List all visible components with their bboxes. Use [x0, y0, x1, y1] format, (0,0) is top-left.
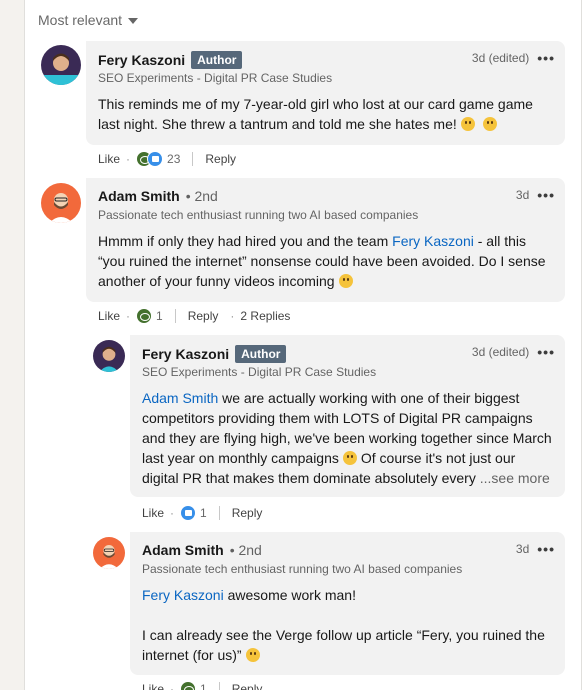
- reaction-count[interactable]: 1: [200, 506, 207, 520]
- connection-degree: • 2nd: [185, 188, 218, 204]
- fery-photo: [41, 45, 81, 85]
- see-more-link[interactable]: ...see more: [480, 470, 550, 486]
- more-options-icon[interactable]: •••: [537, 188, 555, 202]
- smiling-emoji-icon: [342, 451, 357, 465]
- laugh-icon: [180, 681, 197, 690]
- laugh-icon: [136, 308, 153, 324]
- like-button[interactable]: Like: [98, 152, 120, 166]
- reply-actions: Like · 1 Reply: [142, 505, 263, 521]
- comment-actions: Like · 1 Reply · 2 Replies: [98, 308, 291, 324]
- commenter-name[interactable]: Adam Smith: [142, 542, 224, 558]
- comment-text: Hmmm if only they had hired you and the …: [98, 233, 546, 289]
- mention-link[interactable]: Fery Kaszoni: [392, 233, 474, 249]
- comment-text: Fery Kaszoni awesome work man! I can alr…: [142, 587, 545, 663]
- reaction-icons[interactable]: [180, 505, 197, 521]
- avatar-adam[interactable]: [41, 183, 81, 223]
- commenter-headline: Passionate tech enthusiast running two A…: [98, 208, 419, 222]
- reaction-icons[interactable]: [180, 681, 197, 690]
- reply-button[interactable]: Reply: [188, 309, 219, 323]
- more-options-icon[interactable]: •••: [537, 542, 555, 556]
- commenter-name[interactable]: Adam Smith: [98, 188, 180, 204]
- divider: [174, 309, 176, 323]
- comment-text: This reminds me of my 7-year-old girl wh…: [98, 96, 533, 132]
- like-button[interactable]: Like: [142, 506, 164, 520]
- author-badge: Author: [191, 51, 243, 69]
- laughing-emoji-icon: [245, 648, 260, 662]
- comments-panel: Most relevant Fery Kaszoni Author SEO Ex…: [24, 0, 582, 690]
- like-icon: [147, 151, 164, 167]
- view-replies-button[interactable]: 2 Replies: [240, 309, 290, 323]
- pleading-emoji-icon: [460, 117, 475, 131]
- author-badge: Author: [235, 345, 287, 363]
- laughing-emoji-icon: [338, 274, 353, 288]
- comment-time: 3d (edited): [471, 51, 530, 65]
- divider: [192, 152, 194, 166]
- adam-photo: [41, 183, 81, 223]
- reaction-icons[interactable]: [136, 308, 153, 324]
- commenter-headline: Passionate tech enthusiast running two A…: [142, 562, 463, 576]
- reply-actions: Like · 1 Reply: [142, 681, 262, 690]
- commenter-name[interactable]: Fery Kaszoni: [98, 52, 185, 68]
- avatar-fery[interactable]: [93, 340, 125, 372]
- more-options-icon[interactable]: •••: [537, 345, 555, 359]
- fery-photo: [93, 340, 125, 372]
- reply-button[interactable]: Reply: [232, 506, 263, 520]
- sort-label: Most relevant: [38, 12, 123, 28]
- reaction-count[interactable]: 1: [156, 309, 163, 323]
- sort-dropdown[interactable]: Most relevant: [38, 12, 139, 28]
- more-options-icon[interactable]: •••: [537, 51, 555, 65]
- sweat-smile-emoji-icon: [482, 117, 497, 131]
- like-button[interactable]: Like: [98, 309, 120, 323]
- reaction-icons[interactable]: [136, 151, 164, 167]
- reply-bubble: Fery Kaszoni Author SEO Experiments - Di…: [130, 335, 565, 497]
- divider: [218, 682, 220, 690]
- comment-bubble: Fery Kaszoni Author SEO Experiments - Di…: [86, 41, 565, 145]
- commenter-headline: SEO Experiments - Digital PR Case Studie…: [98, 71, 333, 85]
- comment-bubble: Adam Smith • 2nd Passionate tech enthusi…: [86, 178, 565, 302]
- commenter-headline: SEO Experiments - Digital PR Case Studie…: [142, 365, 377, 379]
- comment-time: 3d: [515, 188, 530, 202]
- comment-time: 3d: [515, 542, 530, 556]
- divider: [218, 506, 220, 520]
- reaction-count[interactable]: 23: [167, 152, 180, 166]
- commenter-name[interactable]: Fery Kaszoni: [142, 346, 229, 362]
- reply-button[interactable]: Reply: [205, 152, 236, 166]
- caret-down-icon: [128, 18, 139, 24]
- avatar-fery[interactable]: [41, 45, 81, 85]
- comment-actions: Like · 23 Reply: [98, 151, 237, 167]
- mention-link[interactable]: Adam Smith: [142, 390, 218, 406]
- comment-text: Adam Smith we are actually working with …: [142, 390, 552, 486]
- comment-time: 3d (edited): [471, 345, 530, 359]
- like-icon: [180, 505, 197, 521]
- mention-link[interactable]: Fery Kaszoni: [142, 587, 224, 603]
- avatar-adam[interactable]: [93, 537, 125, 569]
- connection-degree: • 2nd: [229, 542, 262, 558]
- like-button[interactable]: Like: [142, 682, 164, 690]
- adam-photo: [93, 537, 125, 569]
- reaction-count[interactable]: 1: [200, 682, 207, 690]
- reply-button[interactable]: Reply: [232, 682, 263, 690]
- reply-bubble: Adam Smith • 2nd Passionate tech enthusi…: [130, 532, 565, 675]
